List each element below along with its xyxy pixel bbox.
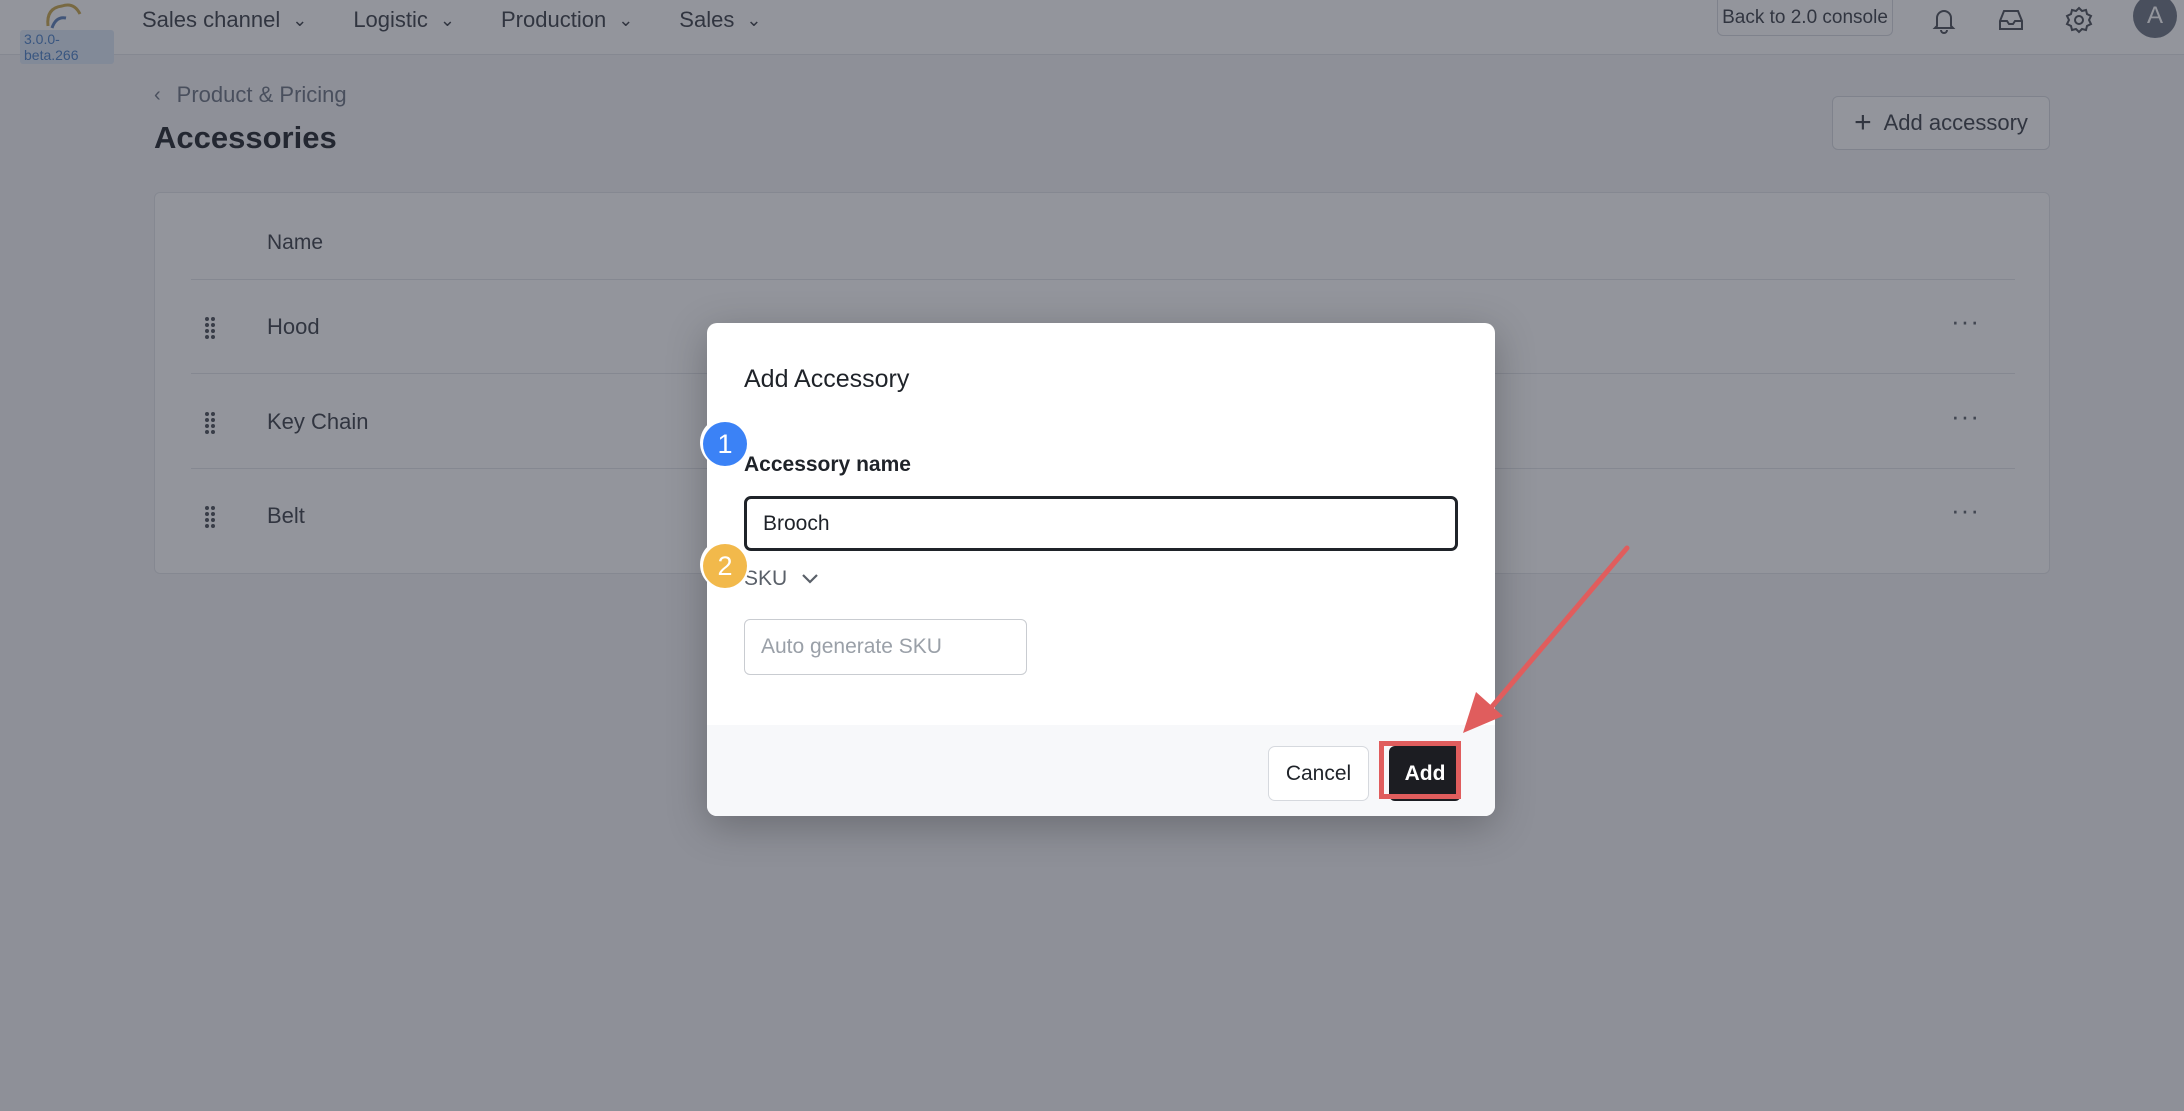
add-button[interactable]: Add (1389, 746, 1461, 801)
app-root: 3.0.0-beta.266 Sales channel ⌄ Logistic … (0, 0, 2184, 1111)
dialog-title: Add Accessory (744, 365, 910, 393)
cancel-button[interactable]: Cancel (1268, 746, 1369, 801)
add-accessory-dialog: Add Accessory Accessory name SKU Cancel … (707, 323, 1495, 816)
chevron-down-icon (802, 574, 818, 584)
sku-toggle[interactable]: SKU (744, 567, 819, 591)
sku-input[interactable] (744, 619, 1027, 675)
dialog-footer: Cancel Add (707, 725, 1495, 816)
accessory-name-label: Accessory name (744, 453, 911, 476)
step-number: 1 (717, 428, 733, 459)
step-1-marker: 1 (698, 417, 752, 479)
accessory-name-input[interactable] (744, 496, 1458, 551)
step-number: 2 (717, 550, 733, 581)
step-2-marker: 2 (698, 539, 752, 601)
